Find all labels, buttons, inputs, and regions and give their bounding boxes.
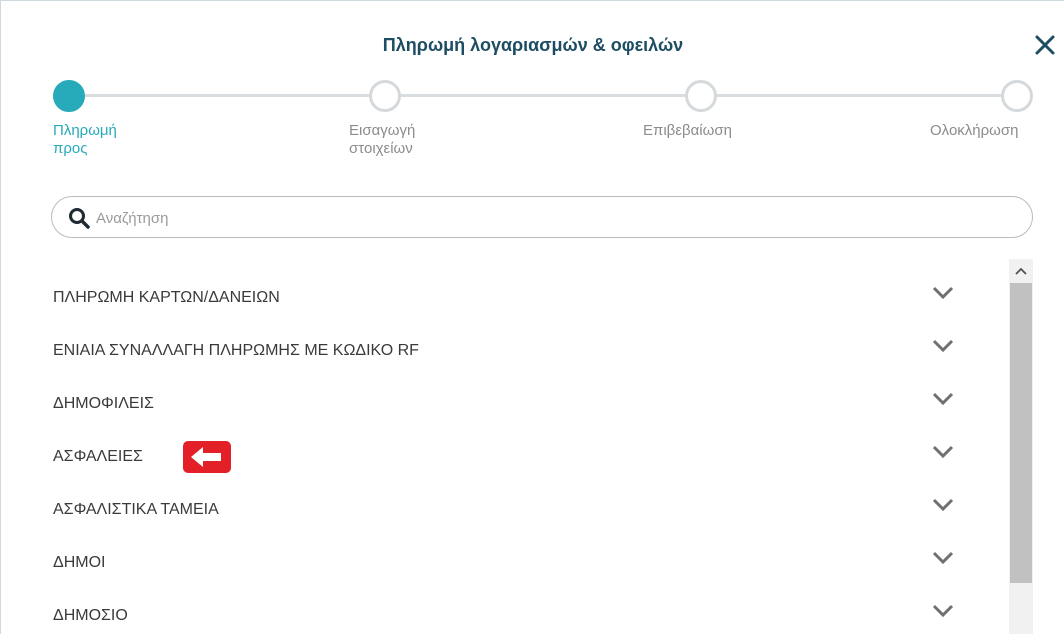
- close-button[interactable]: [1031, 31, 1059, 59]
- category-item-cards-loans[interactable]: ΠΛΗΡΩΜΗ ΚΑΡΤΩΝ/ΔΑΝΕΙΩΝ: [51, 271, 1001, 324]
- category-label: ΔΗΜΟΙ: [53, 554, 106, 571]
- chevron-down-icon[interactable]: [931, 285, 955, 301]
- close-icon: [1035, 35, 1055, 55]
- step-connector: [385, 94, 701, 97]
- payment-dialog: Πληρωμή λογαριασμών & οφειλών Πληρωμή πρ…: [0, 0, 1064, 634]
- chevron-down-icon[interactable]: [931, 497, 955, 513]
- chevron-down-icon[interactable]: [931, 444, 955, 460]
- scroll-up-icon[interactable]: [1009, 259, 1033, 283]
- category-item-popular[interactable]: ΔΗΜΟΦΙΛΕΙΣ: [51, 377, 1001, 430]
- category-label: ΕΝΙΑΙΑ ΣΥΝΑΛΛΑΓΗ ΠΛΗΡΩΜΗΣ ΜΕ ΚΩΔΙΚΟ RF: [53, 342, 419, 359]
- category-label: ΔΗΜΟΦΙΛΕΙΣ: [53, 395, 154, 412]
- category-label: ΑΣΦΑΛΙΣΤΙΚΑ ΤΑΜΕΙΑ: [53, 501, 219, 518]
- step-2-label: Εισαγωγή στοιχείων: [349, 122, 416, 157]
- step-4-label: Ολοκλήρωση: [930, 122, 1019, 139]
- category-item-insurance-funds[interactable]: ΑΣΦΑΛΙΣΤΙΚΑ ΤΑΜΕΙΑ: [51, 483, 1001, 536]
- chevron-down-icon[interactable]: [931, 603, 955, 619]
- chevron-down-icon[interactable]: [931, 391, 955, 407]
- category-list: ΠΛΗΡΩΜΗ ΚΑΡΤΩΝ/ΔΑΝΕΙΩΝ ΕΝΙΑΙΑ ΣΥΝΑΛΛΑΓΗ …: [51, 271, 1001, 634]
- highlight-arrow-icon: [183, 441, 231, 473]
- chevron-down-icon[interactable]: [931, 338, 955, 354]
- category-item-municipalities[interactable]: ΔΗΜΟΙ: [51, 536, 1001, 589]
- search-input[interactable]: [96, 206, 996, 230]
- category-label: ΔΗΜΟΣΙΟ: [53, 607, 128, 624]
- step-connector: [69, 94, 385, 97]
- step-4-indicator: [1001, 80, 1033, 112]
- search-icon: [69, 208, 90, 229]
- step-3-label: Επιβεβαίωση: [643, 122, 732, 139]
- category-item-rf-code[interactable]: ΕΝΙΑΙΑ ΣΥΝΑΛΛΑΓΗ ΠΛΗΡΩΜΗΣ ΜΕ ΚΩΔΙΚΟ RF: [51, 324, 1001, 377]
- scrollbar-thumb[interactable]: [1010, 283, 1032, 583]
- step-connector: [701, 94, 1017, 97]
- chevron-down-icon[interactable]: [931, 550, 955, 566]
- step-1-label: Πληρωμή προς: [53, 122, 117, 157]
- step-3-indicator: [685, 80, 717, 112]
- step-1-indicator: [53, 80, 85, 112]
- step-2-indicator: [369, 80, 401, 112]
- category-label: ΠΛΗΡΩΜΗ ΚΑΡΤΩΝ/ΔΑΝΕΙΩΝ: [53, 289, 280, 306]
- category-item-insurance[interactable]: ΑΣΦΑΛΕΙΕΣ: [51, 430, 1001, 483]
- search-box[interactable]: [51, 196, 1033, 238]
- dialog-title: Πληρωμή λογαριασμών & οφειλών: [382, 35, 684, 55]
- category-item-public[interactable]: ΔΗΜΟΣΙΟ: [51, 589, 1001, 634]
- list-scrollbar[interactable]: [1009, 259, 1033, 634]
- category-label: ΑΣΦΑΛΕΙΕΣ: [53, 448, 143, 465]
